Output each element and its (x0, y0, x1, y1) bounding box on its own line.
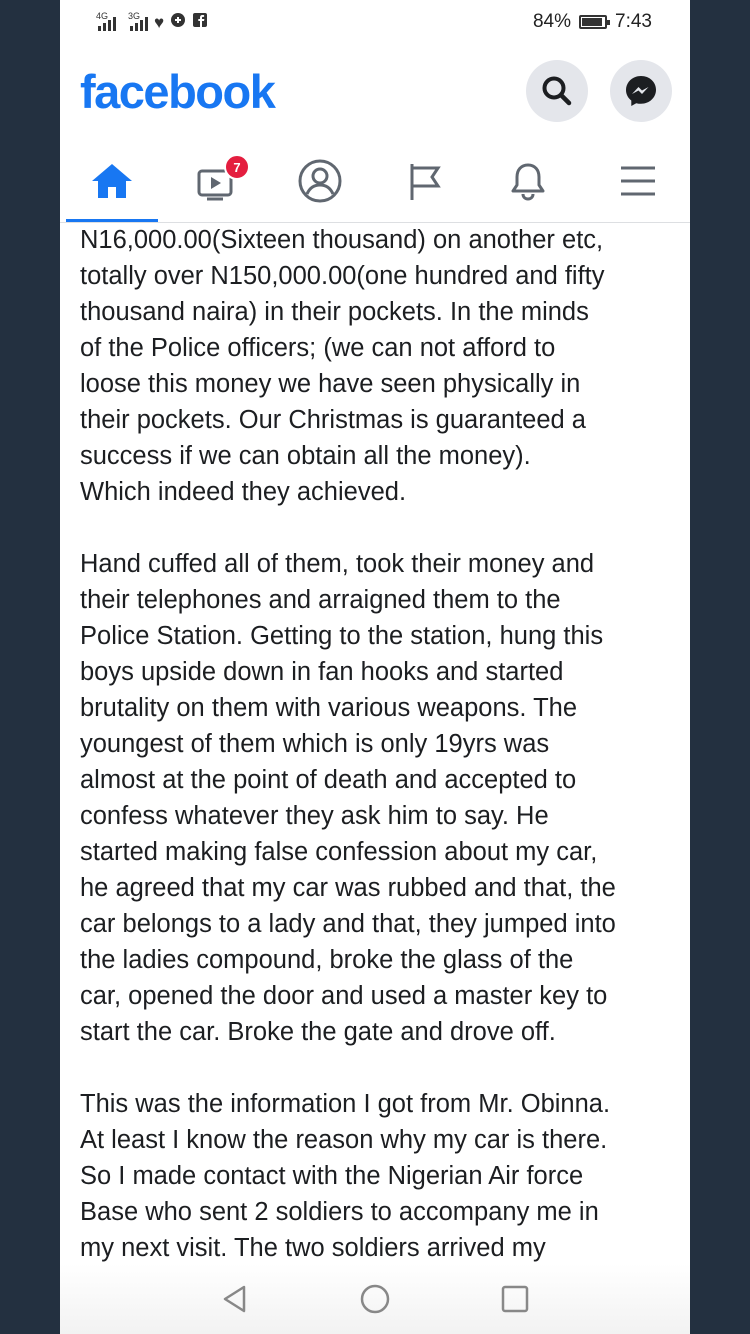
status-left: 4G 3G ♥ (96, 11, 208, 33)
recents-button[interactable] (498, 1282, 532, 1316)
messenger-icon (626, 76, 656, 106)
battery-percent: 84% (532, 11, 572, 32)
heart-icon: ♥ (154, 12, 165, 32)
search-icon (542, 76, 572, 106)
watch-badge: 7 (224, 154, 250, 180)
post-paragraph: Hand cuffed all of them, took their mone… (80, 550, 616, 1046)
system-navigation-bar (60, 1264, 690, 1334)
tab-notifications[interactable] (476, 140, 580, 222)
post-paragraph: N16,000.00(Sixteen thousand) on another … (80, 226, 605, 506)
tab-profile[interactable] (268, 140, 372, 222)
profile-icon (298, 159, 342, 203)
post-paragraph: This was the information I got from Mr. … (80, 1090, 611, 1262)
back-button[interactable] (218, 1282, 252, 1316)
back-icon (223, 1285, 246, 1313)
messenger-button[interactable] (610, 60, 672, 122)
tab-pages[interactable] (372, 140, 476, 222)
status-bar: 4G 3G ♥ 84% 7:43 (60, 0, 690, 46)
facebook-notification-icon (192, 12, 208, 33)
signal-icon: 4G (96, 11, 116, 31)
facebook-logo[interactable]: facebook (80, 64, 276, 119)
post-text: N16,000.00(Sixteen thousand) on another … (80, 222, 680, 1266)
tab-bar: 7 (60, 140, 690, 223)
network-type-2: 3G (128, 10, 141, 21)
battery-icon (579, 15, 611, 29)
phone-screen: 4G 3G ♥ 84% 7:43 facebook 7 N16,000.00(S… (60, 0, 690, 1334)
tab-home[interactable] (60, 140, 164, 222)
flag-icon (410, 164, 441, 200)
app-notification-icon (170, 12, 186, 33)
search-button[interactable] (526, 60, 588, 122)
home-button[interactable] (358, 1282, 392, 1316)
tab-watch[interactable]: 7 (164, 140, 268, 222)
tab-menu[interactable] (586, 140, 690, 222)
bell-icon (511, 163, 545, 201)
hamburger-menu-icon (621, 166, 655, 196)
status-right: 84% 7:43 (533, 11, 652, 33)
home-icon (92, 164, 132, 198)
clock: 7:43 (615, 11, 652, 32)
network-type-1: 4G (96, 10, 109, 21)
signal-icon-2: 3G (128, 11, 148, 31)
home-circle-icon (360, 1284, 390, 1314)
recents-icon (501, 1285, 529, 1313)
